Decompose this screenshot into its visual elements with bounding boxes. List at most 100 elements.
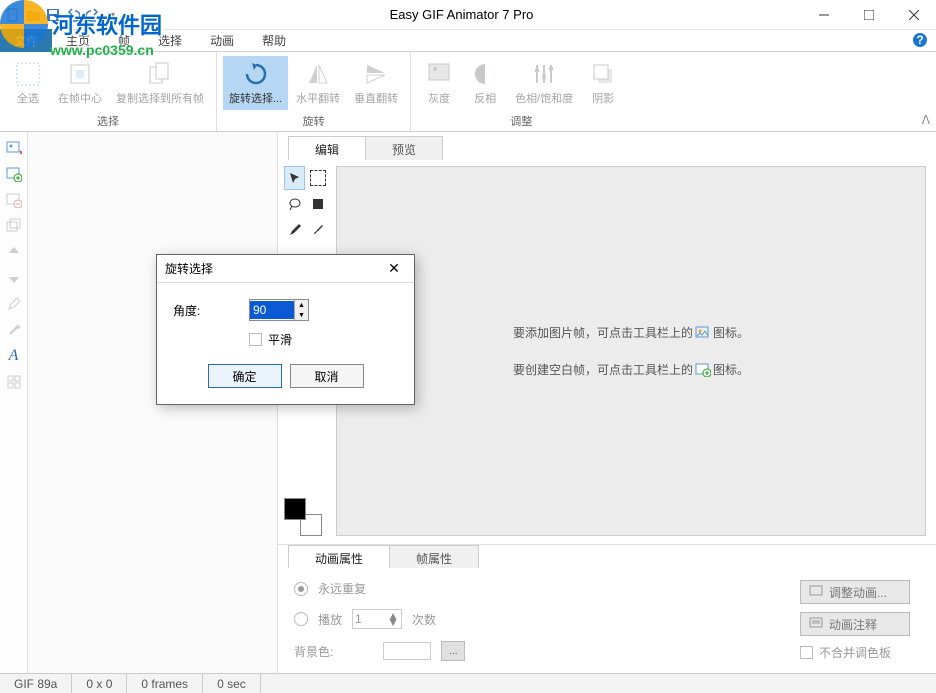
grid-tool-icon[interactable] <box>4 372 24 392</box>
add-blank-hint-icon <box>695 362 711 378</box>
center-icon <box>66 60 94 88</box>
status-size: 0 x 0 <box>72 674 127 693</box>
anim-notes-button[interactable]: 动画注释 <box>800 612 910 636</box>
angle-spin-up[interactable]: ▲ <box>295 300 308 310</box>
group-adjust-label: 调整 <box>510 113 532 131</box>
group-select-label: 选择 <box>97 113 119 131</box>
grayscale-icon <box>425 60 453 88</box>
sliders-icon <box>530 60 558 88</box>
adjust-anim-button[interactable]: 调整动画... <box>800 580 910 604</box>
close-button[interactable] <box>891 0 936 30</box>
maximize-button[interactable] <box>846 0 891 30</box>
dialog-title: 旋转选择 <box>165 260 213 277</box>
add-blank-icon[interactable] <box>4 164 24 184</box>
save-icon[interactable] <box>44 6 62 24</box>
brush-tool[interactable] <box>307 218 328 242</box>
lasso-tool[interactable] <box>284 192 305 216</box>
duplicate-frame-icon[interactable] <box>4 216 24 236</box>
hint-add-blank: 要创建空白帧，可点击工具栏上的 图标。 <box>513 361 749 378</box>
ribbon-tabs: 文件 主页 帧 选择 动画 帮助 ? <box>0 30 936 52</box>
grayscale-button[interactable]: 灰度 <box>417 56 461 110</box>
add-image-icon[interactable] <box>4 138 24 158</box>
label-times: 次数 <box>412 611 436 628</box>
add-image-hint-icon <box>695 325 711 341</box>
quick-access-toolbar: ▾ <box>0 6 122 24</box>
tab-anim[interactable]: 动画 <box>196 29 248 52</box>
play-count-input[interactable]: 1 ▲▼ <box>352 609 402 629</box>
status-duration: 0 sec <box>203 674 261 693</box>
properties-panel: 永远重复 播放 1 ▲▼ 次数 背景色: ... <box>278 568 936 673</box>
tab-frame[interactable]: 帧 <box>104 29 144 52</box>
help-icon[interactable]: ? <box>912 32 928 51</box>
bgcolor-swatch[interactable] <box>383 642 431 660</box>
invert-icon <box>471 60 499 88</box>
ok-button[interactable]: 确定 <box>208 364 282 388</box>
tab-file[interactable]: 文件 <box>0 29 52 52</box>
copy-icon <box>146 60 174 88</box>
tab-preview[interactable]: 预览 <box>365 136 443 160</box>
move-down-icon[interactable] <box>4 268 24 288</box>
redo-icon[interactable] <box>84 6 102 24</box>
delete-frame-icon[interactable] <box>4 190 24 210</box>
svg-text:?: ? <box>916 33 923 47</box>
no-merge-checkbox[interactable]: 不合并调色板 <box>800 644 910 661</box>
color-swatches[interactable] <box>284 498 322 536</box>
label-smooth: 平滑 <box>268 331 292 348</box>
qat-dropdown-icon[interactable]: ▾ <box>104 6 122 24</box>
group-rotate-label: 旋转 <box>303 113 325 131</box>
radio-play[interactable] <box>294 612 308 626</box>
undo-icon[interactable] <box>64 6 82 24</box>
flip-h-button[interactable]: 水平翻转 <box>290 56 346 110</box>
shadow-icon <box>589 60 617 88</box>
fg-color-swatch[interactable] <box>284 498 306 520</box>
rotate-icon <box>242 60 270 88</box>
radio-repeat-forever[interactable] <box>294 582 308 596</box>
rotate-sel-button[interactable]: 旋转选择... <box>223 56 288 110</box>
tab-home[interactable]: 主页 <box>52 29 104 52</box>
tab-help[interactable]: 帮助 <box>248 29 300 52</box>
hint-add-image: 要添加图片帧，可点击工具栏上的 图标。 <box>513 324 749 341</box>
copy-sel-all-button[interactable]: 复制选择到所有帧 <box>110 56 210 110</box>
edit-tool-icon[interactable] <box>4 294 24 314</box>
center-frame-button[interactable]: 在帧中心 <box>52 56 108 110</box>
ribbon: 全选 在帧中心 复制选择到所有帧 选择 旋转选择... 水平翻转 <box>0 52 936 132</box>
flip-v-button[interactable]: 垂直翻转 <box>348 56 404 110</box>
smooth-checkbox[interactable] <box>249 333 262 346</box>
hue-sat-button[interactable]: 色相/饱和度 <box>509 56 579 110</box>
rotate-dialog: 旋转选择 ✕ 角度: 90 ▲ ▼ 平滑 确定 取消 <box>156 254 415 405</box>
tab-select[interactable]: 选择 <box>144 29 196 52</box>
status-format: GIF 89a <box>0 674 72 693</box>
dialog-close-button[interactable]: ✕ <box>382 259 406 279</box>
canvas-area: 要添加图片帧，可点击工具栏上的 图标。 要创建空白帧，可点击工具栏上的 图标。 <box>336 166 926 536</box>
label-play: 播放 <box>318 611 342 628</box>
pointer-tool[interactable] <box>284 166 305 190</box>
new-icon[interactable] <box>4 6 22 24</box>
shadow-button[interactable]: 阴影 <box>581 56 625 110</box>
notes-icon <box>809 617 823 632</box>
invert-button[interactable]: 反相 <box>463 56 507 110</box>
cancel-button[interactable]: 取消 <box>290 364 364 388</box>
tab-edit[interactable]: 编辑 <box>288 136 366 160</box>
angle-input[interactable]: 90 ▲ ▼ <box>249 299 309 321</box>
select-all-button[interactable]: 全选 <box>6 56 50 110</box>
status-frames: 0 frames <box>127 674 203 693</box>
tab-frame-props[interactable]: 帧属性 <box>389 545 479 568</box>
minimize-button[interactable] <box>801 0 846 30</box>
statusbar: GIF 89a 0 x 0 0 frames 0 sec <box>0 673 936 693</box>
flip-v-icon <box>362 60 390 88</box>
collapse-ribbon-icon[interactable]: ᐱ <box>922 113 930 127</box>
fill-rect-tool[interactable] <box>307 192 328 216</box>
tab-anim-props[interactable]: 动画属性 <box>288 545 390 568</box>
bgcolor-browse-button[interactable]: ... <box>441 641 465 661</box>
select-all-icon <box>14 60 42 88</box>
wand-tool-icon[interactable] <box>4 320 24 340</box>
angle-spin-down[interactable]: ▼ <box>295 310 308 320</box>
label-angle: 角度: <box>173 302 233 319</box>
move-up-icon[interactable] <box>4 242 24 262</box>
text-tool-icon[interactable]: A <box>4 346 24 366</box>
marquee-tool[interactable] <box>307 166 328 190</box>
open-icon[interactable] <box>24 6 42 24</box>
window-title: Easy GIF Animator 7 Pro <box>122 7 801 22</box>
flip-h-icon <box>304 60 332 88</box>
pencil-tool[interactable] <box>284 218 305 242</box>
